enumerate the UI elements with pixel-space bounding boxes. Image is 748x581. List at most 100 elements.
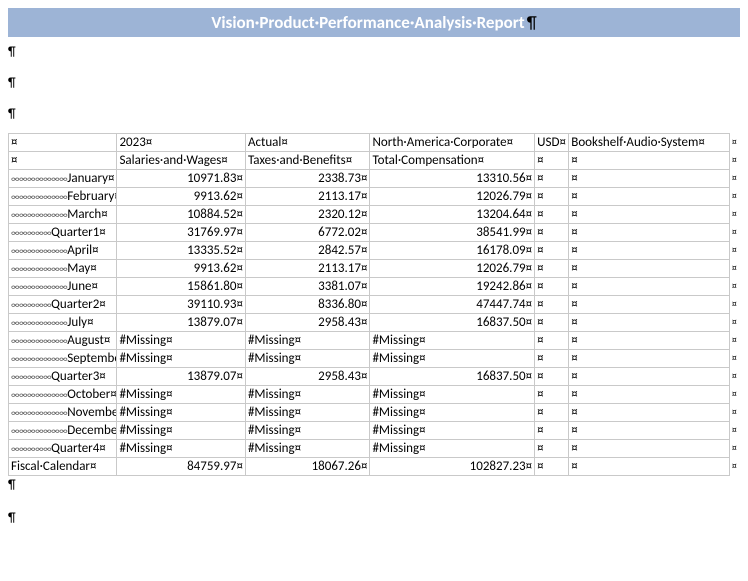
data-cell: ¤ [569,458,730,476]
table-row: ∞∞∞∞∞∞∞July¤13879.07¤2958.43¤16837.50¤¤¤… [9,314,740,332]
row-end-mark: ¤ [729,296,739,314]
data-cell: ¤ [569,314,730,332]
row-label: ∞∞∞∞∞Quarter4¤ [9,440,117,458]
row-label: ∞∞∞∞∞∞∞October¤ [9,386,117,404]
row-label: ∞∞∞∞∞∞∞June¤ [9,278,117,296]
data-cell: #Missing¤ [245,404,370,422]
data-cell: #Missing¤ [370,404,535,422]
header-cell: ¤ [535,152,569,170]
row-end-mark: ¤ [729,458,739,476]
data-cell: #Missing¤ [245,350,370,368]
data-cell: 3381.07¤ [245,278,370,296]
data-cell: 8336.80¤ [245,296,370,314]
data-cell: #Missing¤ [245,422,370,440]
data-cell: 19242.86¤ [370,278,535,296]
paragraph-mark: ¶ [8,105,740,126]
data-cell: 10884.52¤ [117,206,246,224]
table-row: ∞∞∞∞∞∞∞October¤#Missing¤#Missing¤#Missin… [9,386,740,404]
paragraph-mark: ¶ [8,476,740,497]
data-cell: 18067.26¤ [245,458,370,476]
data-cell: 2958.43¤ [245,368,370,386]
data-cell: 38541.99¤ [370,224,535,242]
data-cell: ¤ [535,368,569,386]
row-label: Fiscal·Calendar¤ [9,458,117,476]
table-row: ∞∞∞∞∞∞∞January¤10971.83¤2338.73¤13310.56… [9,170,740,188]
data-cell: ¤ [569,170,730,188]
header-cell: Bookshelf·Audio·System¤ [569,134,730,152]
table-row: ∞∞∞∞∞∞∞May¤9913.62¤2113.17¤12026.79¤¤¤¤ [9,260,740,278]
data-cell: 2958.43¤ [245,314,370,332]
row-end-mark: ¤ [729,440,739,458]
data-cell: 102827.23¤ [370,458,535,476]
data-cell: 13204.64¤ [370,206,535,224]
row-end-mark: ¤ [729,260,739,278]
data-cell: ¤ [535,350,569,368]
data-cell: #Missing¤ [245,386,370,404]
report-title-text: Vision·Product·Performance·Analysis·Repo… [211,12,524,33]
header-row: ¤2023¤Actual¤North·America·Corporate¤USD… [9,134,740,152]
table-row: ∞∞∞∞∞∞∞September¤#Missing¤#Missing¤#Miss… [9,350,740,368]
table-row: ∞∞∞∞∞Quarter4¤#Missing¤#Missing¤#Missing… [9,440,740,458]
paragraph-mark: ¶ [8,509,740,530]
row-label: ∞∞∞∞∞∞∞November¤ [9,404,117,422]
table-row: Fiscal·Calendar¤84759.97¤18067.26¤102827… [9,458,740,476]
data-cell: 9913.62¤ [117,188,246,206]
row-end-mark: ¤ [729,422,739,440]
data-cell: #Missing¤ [370,350,535,368]
header-cell: ¤ [9,134,117,152]
row-label: ∞∞∞∞∞∞∞March¤ [9,206,117,224]
data-cell: ¤ [569,332,730,350]
header-cell: ¤ [9,152,117,170]
data-cell: #Missing¤ [117,440,246,458]
pilcrow-icon: ¶ [527,12,537,33]
header-cell: Actual¤ [245,134,370,152]
data-cell: ¤ [535,332,569,350]
data-cell: ¤ [535,260,569,278]
data-cell: 16837.50¤ [370,368,535,386]
row-label: ∞∞∞∞∞∞∞February¤ [9,188,117,206]
data-cell: ¤ [535,458,569,476]
row-end-mark: ¤ [729,224,739,242]
row-end-mark: ¤ [729,242,739,260]
data-cell: 2320.12¤ [245,206,370,224]
data-cell: #Missing¤ [370,386,535,404]
row-end-mark: ¤ [729,386,739,404]
data-cell: ¤ [569,422,730,440]
header-cell: USD¤ [535,134,569,152]
data-cell: 39110.93¤ [117,296,246,314]
header-cell: 2023¤ [117,134,246,152]
data-cell: ¤ [569,224,730,242]
row-label: ∞∞∞∞∞∞∞September¤ [9,350,117,368]
data-cell: ¤ [535,206,569,224]
paragraph-mark: ¶ [8,43,740,64]
table-row: ∞∞∞∞∞∞∞March¤10884.52¤2320.12¤13204.64¤¤… [9,206,740,224]
table-row: ∞∞∞∞∞Quarter2¤39110.93¤8336.80¤47447.74¤… [9,296,740,314]
data-cell: ¤ [535,296,569,314]
data-cell: #Missing¤ [117,386,246,404]
data-cell: #Missing¤ [245,332,370,350]
row-end-mark: ¤ [729,314,739,332]
row-end-mark: ¤ [729,404,739,422]
table-row: ∞∞∞∞∞∞∞April¤13335.52¤2842.57¤16178.09¤¤… [9,242,740,260]
row-end-mark: ¤ [729,368,739,386]
row-end-mark: ¤ [729,206,739,224]
data-cell: 2842.57¤ [245,242,370,260]
data-cell: ¤ [535,314,569,332]
row-label: ∞∞∞∞∞Quarter2¤ [9,296,117,314]
data-cell: 6772.02¤ [245,224,370,242]
data-cell: ¤ [535,440,569,458]
data-cell: ¤ [569,242,730,260]
data-cell: 16837.50¤ [370,314,535,332]
data-cell: ¤ [569,278,730,296]
row-end-mark: ¤ [729,134,739,152]
data-cell: ¤ [535,224,569,242]
data-cell: 2113.17¤ [245,260,370,278]
row-label: ∞∞∞∞∞∞∞December¤ [9,422,117,440]
table-row: ∞∞∞∞∞Quarter1¤31769.97¤6772.02¤38541.99¤… [9,224,740,242]
data-cell: #Missing¤ [370,440,535,458]
table-row: ∞∞∞∞∞∞∞August¤#Missing¤#Missing¤#Missing… [9,332,740,350]
table-row: ∞∞∞∞∞∞∞February¤9913.62¤2113.17¤12026.79… [9,188,740,206]
data-cell: ¤ [535,242,569,260]
data-cell: #Missing¤ [370,422,535,440]
row-label: ∞∞∞∞∞∞∞May¤ [9,260,117,278]
